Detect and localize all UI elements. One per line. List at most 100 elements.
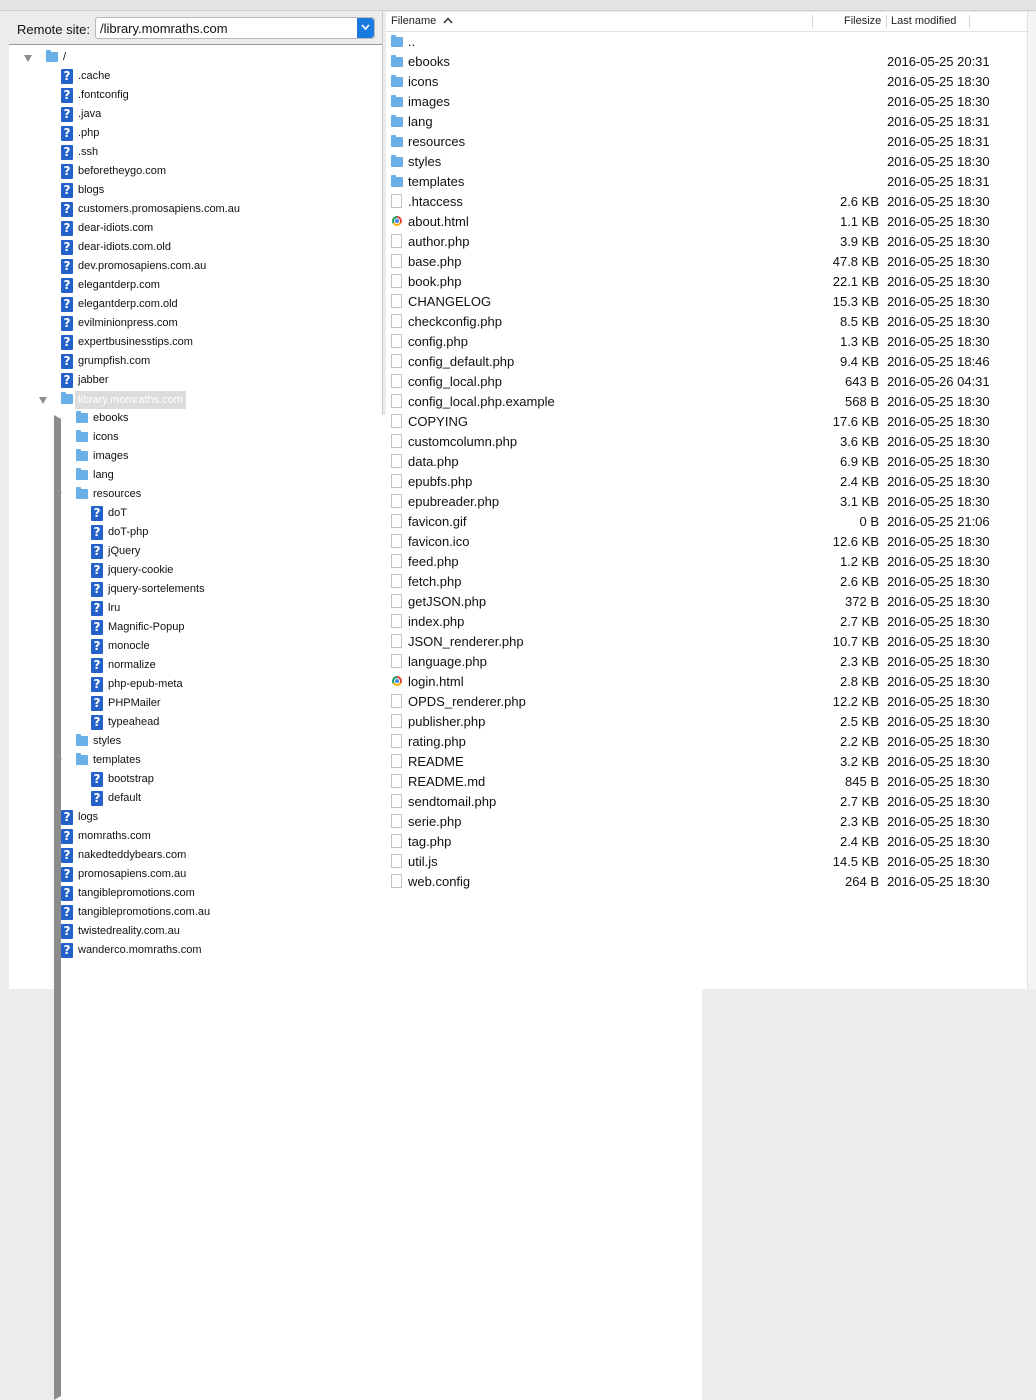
vertical-scrollbar[interactable]: [1027, 12, 1036, 989]
file-row[interactable]: icons 2016-05-25 18:30: [386, 71, 1027, 91]
tree-item[interactable]: ? tangiblepromotions.com.au: [9, 904, 382, 923]
remote-site-input[interactable]: /library.momraths.com: [100, 21, 355, 36]
tree-item[interactable]: ? momraths.com: [9, 828, 382, 847]
file-row[interactable]: book.php 22.1 KB 2016-05-25 18:30: [386, 271, 1027, 291]
tree-item[interactable]: /: [9, 49, 382, 68]
file-row[interactable]: index.php 2.7 KB 2016-05-25 18:30: [386, 611, 1027, 631]
tree-item[interactable]: ? .ssh: [9, 144, 382, 163]
tree-item[interactable]: ? .cache: [9, 68, 382, 87]
file-row[interactable]: serie.php 2.3 KB 2016-05-25 18:30: [386, 811, 1027, 831]
tree-item[interactable]: library.momraths.com: [9, 391, 382, 410]
expand-triangle-down-icon[interactable]: [24, 55, 32, 62]
file-row[interactable]: config_default.php 9.4 KB 2016-05-25 18:46: [386, 351, 1027, 371]
file-row[interactable]: lang 2016-05-25 18:31: [386, 111, 1027, 131]
tree-item[interactable]: ? typeahead: [9, 714, 382, 733]
file-row[interactable]: config.php 1.3 KB 2016-05-25 18:30: [386, 331, 1027, 351]
file-row[interactable]: login.html 2.8 KB 2016-05-25 18:30: [386, 671, 1027, 691]
tree-item[interactable]: ? elegantderp.com.old: [9, 296, 382, 315]
tree-item[interactable]: ? customers.promosapiens.com.au: [9, 201, 382, 220]
file-row[interactable]: JSON_renderer.php 10.7 KB 2016-05-25 18:30: [386, 631, 1027, 651]
tree-item[interactable]: lang: [9, 467, 382, 486]
tree-item[interactable]: ? Magnific-Popup: [9, 619, 382, 638]
tree-item[interactable]: ? .java: [9, 106, 382, 125]
file-row[interactable]: author.php 3.9 KB 2016-05-25 18:30: [386, 231, 1027, 251]
tree-item[interactable]: ? jquery-sortelements: [9, 581, 382, 600]
tree-item[interactable]: ? PHPMailer: [9, 695, 382, 714]
tree-item[interactable]: ? monocle: [9, 638, 382, 657]
tree-item[interactable]: ? lru: [9, 600, 382, 619]
tree-item[interactable]: ? dear-idiots.com: [9, 220, 382, 239]
file-row[interactable]: config_local.php.example 568 B 2016-05-25 …: [386, 391, 1027, 411]
file-row[interactable]: publisher.php 2.5 KB 2016-05-25 18:30: [386, 711, 1027, 731]
file-row[interactable]: CHANGELOG 15.3 KB 2016-05-25 18:30: [386, 291, 1027, 311]
tree-item[interactable]: ? bootstrap: [9, 771, 382, 790]
tree-item[interactable]: ? normalize: [9, 657, 382, 676]
file-row[interactable]: base.php 47.8 KB 2016-05-25 18:30: [386, 251, 1027, 271]
column-separator[interactable]: [812, 15, 813, 28]
tree-item[interactable]: ? php-epub-meta: [9, 676, 382, 695]
tree-item[interactable]: ? elegantderp.com: [9, 277, 382, 296]
file-row[interactable]: favicon.gif 0 B 2016-05-25 21:06: [386, 511, 1027, 531]
tree-item[interactable]: ? doT-php: [9, 524, 382, 543]
remote-site-combobox[interactable]: /library.momraths.com: [95, 17, 375, 39]
tree-item[interactable]: ? dev.promosapiens.com.au: [9, 258, 382, 277]
tree-item[interactable]: ? dear-idiots.com.old: [9, 239, 382, 258]
file-row[interactable]: ebooks 2016-05-25 20:31: [386, 51, 1027, 71]
file-row[interactable]: favicon.ico 12.6 KB 2016-05-25 18:30: [386, 531, 1027, 551]
tree-item[interactable]: ? jquery-cookie: [9, 562, 382, 581]
file-row[interactable]: styles 2016-05-25 18:30: [386, 151, 1027, 171]
column-separator[interactable]: [886, 15, 887, 28]
file-row[interactable]: feed.php 1.2 KB 2016-05-25 18:30: [386, 551, 1027, 571]
file-row[interactable]: README 3.2 KB 2016-05-25 18:30: [386, 751, 1027, 771]
file-row[interactable]: data.php 6.9 KB 2016-05-25 18:30: [386, 451, 1027, 471]
file-row[interactable]: rating.php 2.2 KB 2016-05-25 18:30: [386, 731, 1027, 751]
file-row[interactable]: tag.php 2.4 KB 2016-05-25 18:30: [386, 831, 1027, 851]
file-row[interactable]: .htaccess 2.6 KB 2016-05-25 18:30: [386, 191, 1027, 211]
tree-item[interactable]: ebooks: [9, 410, 702, 1400]
file-row[interactable]: web.config 264 B 2016-05-25 18:30: [386, 871, 1027, 891]
file-row[interactable]: about.html 1.1 KB 2016-05-25 18:30: [386, 211, 1027, 231]
file-row[interactable]: util.js 14.5 KB 2016-05-25 18:30: [386, 851, 1027, 871]
file-row[interactable]: epubreader.php 3.1 KB 2016-05-25 18:30: [386, 491, 1027, 511]
expand-triangle-down-icon[interactable]: [39, 397, 47, 404]
tree-item[interactable]: ? tangiblepromotions.com: [9, 885, 382, 904]
file-row[interactable]: ..: [386, 31, 1027, 51]
file-row[interactable]: getJSON.php 372 B 2016-05-25 18:30: [386, 591, 1027, 611]
column-header-filename[interactable]: Filename: [391, 15, 453, 27]
column-header-filesize[interactable]: Filesize: [844, 15, 881, 27]
file-row[interactable]: checkconfig.php 8.5 KB 2016-05-25 18:30: [386, 311, 1027, 331]
tree-item[interactable]: ? default: [9, 790, 382, 809]
column-header-last-modified[interactable]: Last modified: [891, 15, 956, 27]
file-row[interactable]: COPYING 17.6 KB 2016-05-25 18:30: [386, 411, 1027, 431]
tree-item[interactable]: ? jabber: [9, 372, 382, 391]
tree-item[interactable]: ? promosapiens.com.au: [9, 866, 382, 885]
file-row[interactable]: templates 2016-05-25 18:31: [386, 171, 1027, 191]
tree-item[interactable]: ? doT: [9, 505, 382, 524]
tree-item[interactable]: ? beforetheygo.com: [9, 163, 382, 182]
tree-item[interactable]: resources: [9, 486, 382, 505]
expand-triangle-down-icon[interactable]: [54, 492, 62, 499]
tree-item[interactable]: ? expertbusinesstips.com: [9, 334, 382, 353]
tree-item[interactable]: ? logs: [9, 809, 382, 828]
tree-item[interactable]: templates: [9, 752, 382, 771]
tree-item[interactable]: images: [9, 448, 382, 467]
file-row[interactable]: README.md 845 B 2016-05-25 18:30: [386, 771, 1027, 791]
file-row[interactable]: customcolumn.php 3.6 KB 2016-05-25 18:30: [386, 431, 1027, 451]
file-row[interactable]: resources 2016-05-25 18:31: [386, 131, 1027, 151]
tree-item[interactable]: ? jQuery: [9, 543, 382, 562]
file-row[interactable]: sendtomail.php 2.7 KB 2016-05-25 18:30: [386, 791, 1027, 811]
tree-item[interactable]: ? .php: [9, 125, 382, 144]
file-row[interactable]: config_local.php 643 B 2016-05-26 04:31: [386, 371, 1027, 391]
file-row[interactable]: OPDS_renderer.php 12.2 KB 2016-05-25 18:30: [386, 691, 1027, 711]
tree-item[interactable]: icons: [9, 429, 382, 448]
tree-item[interactable]: styles: [9, 733, 382, 752]
tree-item[interactable]: ? evilminionpress.com: [9, 315, 382, 334]
tree-item[interactable]: ? twistedreality.com.au: [9, 923, 382, 942]
tree-item[interactable]: ? nakedteddybears.com: [9, 847, 382, 866]
tree-item[interactable]: ? blogs: [9, 182, 382, 201]
tree-item[interactable]: ? wanderco.momraths.com: [9, 942, 382, 961]
file-row[interactable]: images 2016-05-25 18:30: [386, 91, 1027, 111]
file-row[interactable]: language.php 2.3 KB 2016-05-25 18:30: [386, 651, 1027, 671]
file-row[interactable]: fetch.php 2.6 KB 2016-05-25 18:30: [386, 571, 1027, 591]
column-separator[interactable]: [969, 15, 970, 28]
